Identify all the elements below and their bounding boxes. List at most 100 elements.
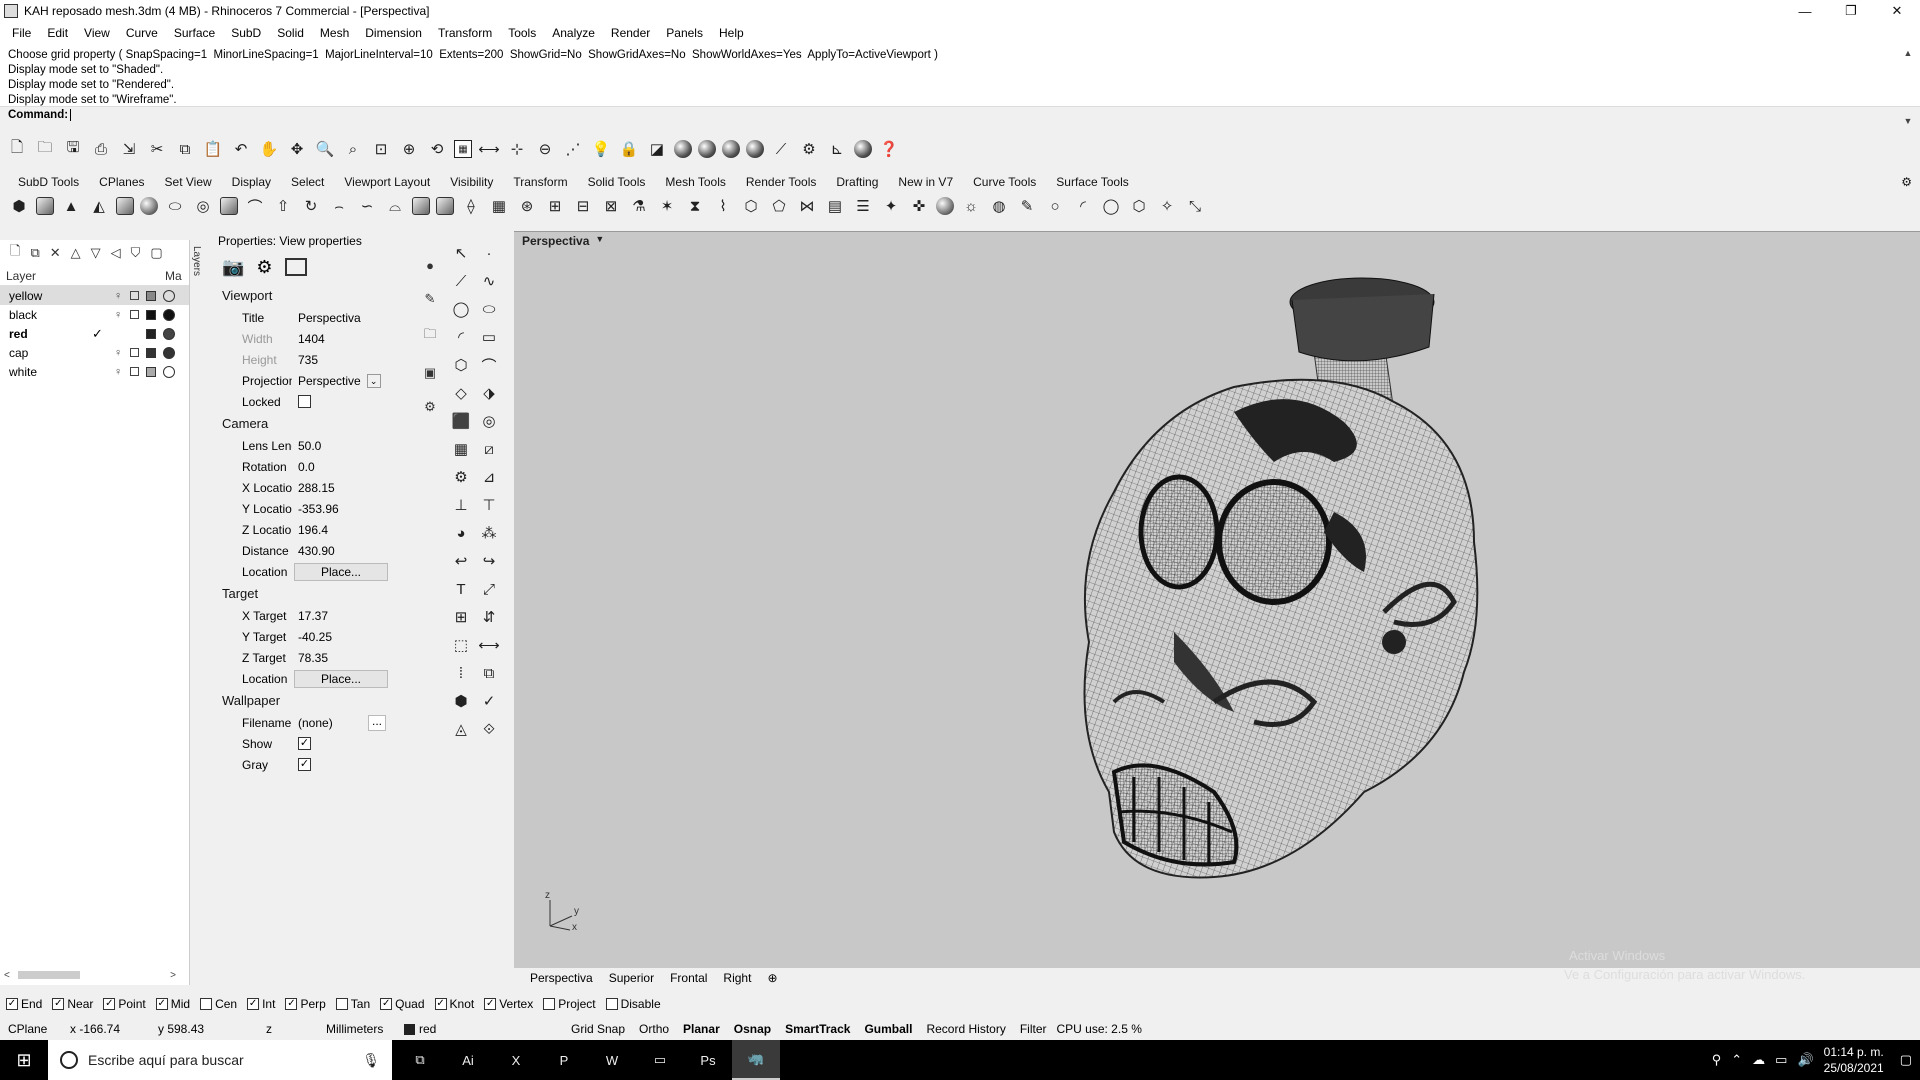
solid-union-icon[interactable]: ◎ — [478, 410, 500, 432]
zoom-window-icon[interactable]: ⌕ — [342, 138, 364, 160]
scale-icon[interactable]: ⤢ — [478, 578, 500, 600]
folder-icon[interactable]: 🗀 — [423, 325, 436, 347]
layer-row[interactable]: red ✓ — [0, 324, 189, 343]
render-sphere-icon[interactable] — [936, 197, 954, 215]
chevron-down-icon[interactable]: ⌄ — [366, 373, 381, 388]
zoom-selected-icon[interactable]: ⊕ — [398, 138, 420, 160]
camera-place-button[interactable]: Place... — [294, 562, 388, 581]
rhino-taskbar-icon[interactable]: 🦏 — [732, 1040, 780, 1080]
box-icon[interactable] — [36, 197, 54, 215]
help-icon[interactable]: ❓ — [878, 138, 900, 160]
gear-tool-icon[interactable]: ⚙ — [450, 466, 472, 488]
material-ball-icon[interactable] — [746, 140, 764, 158]
group-icon[interactable]: ⁂ — [478, 522, 500, 544]
environment-icon[interactable]: ☼ — [960, 195, 982, 217]
ellipse-tool-icon[interactable]: ◯ — [1100, 195, 1122, 217]
osnap-tan[interactable]: Tan — [335, 997, 370, 1011]
pyramid-icon[interactable]: ◭ — [88, 195, 110, 217]
photoshop-icon[interactable]: Ps — [684, 1040, 732, 1080]
grid-snap-icon[interactable]: ⋰ — [562, 138, 584, 160]
menu-transform[interactable]: Transform — [430, 26, 500, 40]
fillet-curve-icon[interactable]: ↩ — [450, 550, 472, 572]
zoom-extents-icon[interactable]: ⊡ — [370, 138, 392, 160]
filter-toggle[interactable]: Filter — [1020, 1022, 1047, 1036]
circle-icon[interactable]: ◯ — [450, 298, 472, 320]
onedrive-icon[interactable]: ☁ — [1752, 1052, 1765, 1068]
layer-material-swatch[interactable] — [163, 327, 175, 340]
tab-render-tools[interactable]: Render Tools — [736, 175, 827, 189]
settings-icon[interactable]: ⚙ — [424, 399, 436, 415]
close-button[interactable]: ✕ — [1874, 0, 1920, 22]
smarttrack-toggle[interactable]: SmartTrack — [785, 1022, 850, 1036]
tab-display[interactable]: Display — [222, 175, 281, 189]
select-point-icon[interactable]: ⊹ — [506, 138, 528, 160]
layer-color-swatch[interactable] — [146, 347, 156, 358]
arc-tool-icon[interactable]: ◜ — [1072, 195, 1094, 217]
network-icon[interactable]: ⋈ — [796, 195, 818, 217]
menu-tools[interactable]: Tools — [500, 26, 544, 40]
start-button-icon[interactable]: ⊞ — [0, 1040, 48, 1080]
arc-icon[interactable]: ◜ — [450, 326, 472, 348]
boolean-diff-icon[interactable] — [436, 197, 454, 215]
offset-icon[interactable]: ↪ — [478, 550, 500, 572]
layers-hscrollbar[interactable]: < > — [0, 967, 180, 983]
surface-tool-icon[interactable]: ⬡ — [740, 195, 762, 217]
cut-icon[interactable]: ✂ — [146, 138, 168, 160]
tab-solid-tools[interactable]: Solid Tools — [578, 175, 656, 189]
tab-viewport-layout[interactable]: Viewport Layout — [334, 175, 440, 189]
mesh-edit-icon[interactable]: ⧄ — [478, 438, 500, 460]
word-icon[interactable]: W — [588, 1040, 636, 1080]
history-icon[interactable]: ⧉ — [478, 662, 500, 684]
bulb-icon[interactable]: ♀ — [114, 347, 122, 359]
cplane-label[interactable]: CPlane — [8, 1022, 70, 1036]
circle-tool-icon[interactable]: ○ — [1044, 195, 1066, 217]
cage-icon[interactable]: ⬢ — [450, 690, 472, 712]
people-icon[interactable]: ⚲ — [1712, 1052, 1722, 1068]
pan-icon[interactable]: ✋ — [258, 138, 280, 160]
rhino-ball-icon[interactable] — [854, 140, 872, 158]
skull-bottle-mesh[interactable] — [514, 232, 1920, 969]
osnap-near[interactable]: ✓ Near — [52, 997, 93, 1011]
layer-settings-icon[interactable]: ▢ — [150, 245, 162, 261]
osnap-end[interactable]: ✓ End — [6, 997, 42, 1011]
viewport-frame-icon[interactable] — [284, 258, 307, 276]
tab-select[interactable]: Select — [281, 175, 334, 189]
layer-icon[interactable]: ◪ — [646, 138, 668, 160]
tab-superior[interactable]: Superior — [601, 971, 662, 985]
extrude-surface-icon[interactable]: ⬗ — [478, 382, 500, 404]
width-field[interactable]: 1404 — [292, 332, 382, 346]
block-icon[interactable]: ⬚ — [450, 634, 472, 656]
z-target-field[interactable]: 78.35 — [292, 651, 382, 665]
layer-material-swatch[interactable] — [163, 308, 175, 321]
layer-row[interactable]: yellow ♀ — [0, 286, 189, 305]
notifications-icon[interactable]: ▢ — [1900, 1052, 1912, 1068]
current-layer-check-icon[interactable]: ✓ — [92, 326, 103, 342]
layers-side-tab[interactable]: Layers — [188, 246, 202, 306]
tab-curve-tools[interactable]: Curve Tools — [963, 175, 1046, 189]
material-column-header[interactable]: Ma — [165, 269, 182, 283]
analyze-icon[interactable]: ◬ — [450, 718, 472, 740]
polysurface-icon[interactable]: ⬢ — [8, 195, 30, 217]
gears-icon[interactable]: ⚙ — [256, 257, 272, 278]
rendered-ball-icon[interactable] — [722, 140, 740, 158]
osnap-vertex[interactable]: ✓ Vertex — [484, 997, 533, 1011]
dimension-icon[interactable]: ⊥ — [450, 494, 472, 516]
lock-icon[interactable] — [130, 310, 139, 319]
add-viewport-icon[interactable]: ⊕ — [759, 971, 785, 985]
osnap-quad[interactable]: ✓ Quad — [380, 997, 425, 1011]
select-arrow-icon[interactable]: ↖ — [450, 242, 472, 264]
ellipse-icon[interactable]: ⬭ — [478, 298, 500, 320]
tab-surface-tools[interactable]: Surface Tools — [1046, 175, 1139, 189]
draft-icon[interactable]: ⚗ — [628, 195, 650, 217]
ortho-toggle[interactable]: Ortho — [639, 1022, 669, 1036]
osnap-perp[interactable]: ✓ Perp — [285, 997, 326, 1011]
tab-cplanes[interactable]: CPlanes — [89, 175, 154, 189]
section-icon[interactable]: ⧗ — [684, 195, 706, 217]
illustrator-icon[interactable]: Ai — [444, 1040, 492, 1080]
volume-icon[interactable]: 🔊 — [1797, 1052, 1813, 1068]
material-icon[interactable]: ◍ — [988, 195, 1010, 217]
menu-dimension[interactable]: Dimension — [357, 26, 430, 40]
layout-icon[interactable]: ☰ — [852, 195, 874, 217]
boolean-union-icon[interactable] — [412, 197, 430, 215]
lock-icon[interactable] — [130, 291, 139, 300]
